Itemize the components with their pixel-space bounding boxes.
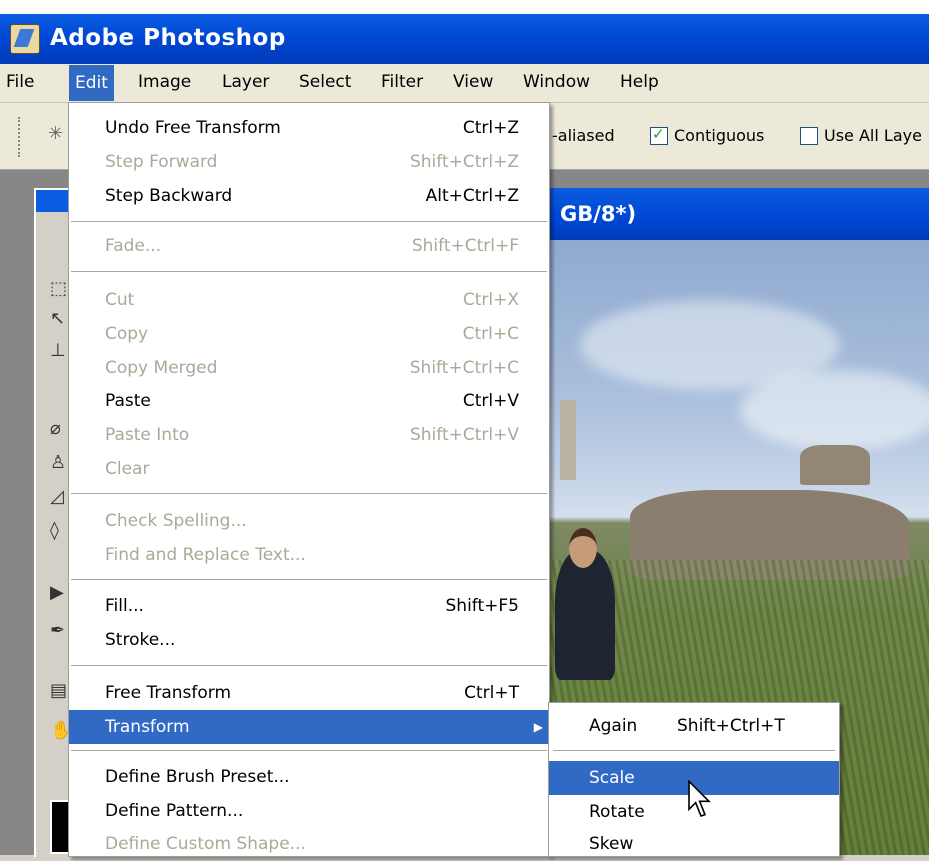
menu-item-copy: Copy Ctrl+C (105, 324, 519, 344)
menu-layer[interactable]: Layer (222, 72, 269, 92)
use-all-layers-label: Use All Laye (824, 126, 922, 145)
pen-tool-icon[interactable]: ✒ (50, 620, 65, 641)
document-title-bar[interactable]: GB/8*) (540, 188, 929, 240)
menu-image[interactable]: Image (138, 72, 191, 92)
document-title: GB/8*) (560, 202, 637, 226)
path-select-tool-icon[interactable]: ▶ (50, 582, 64, 603)
use-all-layers-checkbox[interactable] (800, 127, 818, 145)
notes-tool-icon[interactable]: ▤ (50, 680, 67, 701)
eraser-tool-icon[interactable]: ◿ (50, 486, 64, 507)
menu-item-cut: Cut Ctrl+X (105, 290, 519, 310)
app-title: Adobe Photoshop (50, 25, 286, 51)
menu-help[interactable]: Help (620, 72, 659, 92)
menu-item-undo-free-transform[interactable]: Undo Free Transform Ctrl+Z (69, 111, 549, 145)
menu-view[interactable]: View (453, 72, 493, 92)
menu-item-transform[interactable]: Transform ▶ (69, 710, 549, 744)
ruin-tower (560, 400, 576, 480)
stamp-tool-icon[interactable]: ♙ (50, 452, 66, 473)
person (555, 528, 615, 680)
menu-separator (71, 665, 547, 666)
menu-separator (553, 750, 835, 751)
menu-item-clear: Clear (105, 459, 150, 479)
contiguous-label: Contiguous (674, 126, 765, 145)
menu-separator (71, 750, 547, 751)
menu-item-step-backward[interactable]: Step Backward Alt+Ctrl+Z (69, 179, 549, 213)
lasso-tool-icon[interactable]: ↖ (50, 308, 65, 329)
contiguous-checkbox[interactable] (650, 125, 668, 145)
edit-menu: Undo Free Transform Ctrl+Z Step Forward Sh… (68, 102, 550, 857)
menu-select[interactable]: Select (299, 72, 351, 92)
rocks (800, 445, 870, 485)
submenu-item-skew[interactable]: Skew (549, 827, 839, 861)
menu-separator (71, 493, 547, 494)
menu-filter[interactable]: Filter (381, 72, 423, 92)
screen-top-margin (0, 0, 929, 14)
submenu-item-again[interactable]: Again Shift+Ctrl+T (549, 709, 839, 743)
menu-item-check-spelling: Check Spelling... (105, 511, 247, 531)
menu-item-define-custom-shape: Define Custom Shape... (105, 834, 306, 854)
submenu-arrow-icon: ▶ (533, 720, 543, 734)
menu-window[interactable]: Window (523, 72, 590, 92)
photoshop-app-icon (10, 24, 40, 54)
cloud (740, 370, 929, 450)
marquee-tool-icon[interactable]: ⬚ (50, 278, 67, 299)
anti-aliased-label: -aliased (552, 126, 615, 145)
crop-tool-icon[interactable]: ⊥ (50, 340, 66, 361)
menu-item-find-replace: Find and Replace Text... (105, 545, 306, 565)
menu-item-define-pattern[interactable]: Define Pattern... (69, 794, 549, 828)
menu-edit[interactable]: Edit (69, 65, 114, 101)
menu-file[interactable]: File (6, 72, 34, 92)
menu-separator (71, 579, 547, 580)
menu-item-copy-merged: Copy Merged Shift+Ctrl+C (105, 358, 519, 378)
menu-separator (71, 221, 547, 222)
menu-item-define-brush-preset[interactable]: Define Brush Preset... (69, 760, 549, 794)
menu-item-stroke[interactable]: Stroke... (69, 623, 549, 657)
mouse-pointer-icon (688, 780, 711, 817)
menu-item-fade: Fade... Shift+Ctrl+F (105, 236, 519, 256)
app-title-bar[interactable]: Adobe Photoshop (0, 14, 929, 64)
menu-item-fill[interactable]: Fill... Shift+F5 (69, 589, 549, 623)
menu-item-paste-into: Paste Into Shift+Ctrl+V (105, 425, 519, 445)
menu-bar: File Edit Image Layer Select Filter View… (0, 64, 929, 103)
healing-tool-icon[interactable]: ⌀ (50, 418, 61, 439)
menu-item-paste[interactable]: Paste Ctrl+V (69, 384, 549, 418)
blur-tool-icon[interactable]: ◊ (50, 520, 59, 541)
magic-wand-icon: ✳ (48, 123, 64, 144)
toolbar-grip[interactable] (18, 117, 23, 157)
menu-separator (71, 271, 547, 272)
menu-item-step-forward: Step Forward Shift+Ctrl+Z (105, 152, 519, 172)
menu-item-free-transform[interactable]: Free Transform Ctrl+T (69, 676, 549, 710)
